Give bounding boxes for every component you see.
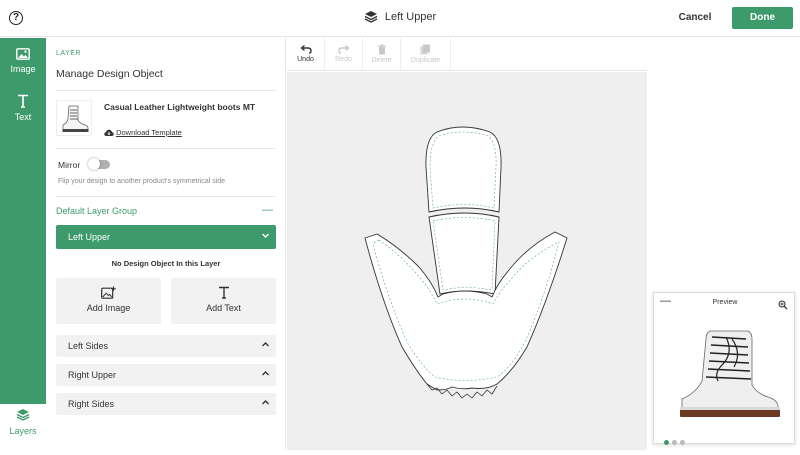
divider: [56, 148, 276, 149]
duplicate-button[interactable]: Duplicate: [401, 38, 451, 70]
download-template-link[interactable]: Download Template: [104, 128, 182, 137]
rail-item-image[interactable]: Image: [0, 48, 46, 74]
layer-item-right-sides[interactable]: Right Sides: [56, 393, 276, 415]
rail-item-image-label: Image: [10, 64, 36, 74]
redo-label: Redo: [335, 56, 352, 63]
layer-item-label: Left Upper: [68, 232, 111, 242]
cloud-download-icon: [104, 129, 114, 137]
undo-icon: [299, 44, 312, 54]
section-title: Manage Design Object: [56, 68, 163, 80]
image-icon: [16, 48, 30, 60]
product-thumbnail: [56, 100, 92, 136]
pagination-dot[interactable]: [664, 440, 669, 445]
collapse-group-icon[interactable]: —: [262, 204, 273, 216]
rail-item-layers-label: Layers: [9, 426, 37, 436]
design-canvas[interactable]: [287, 72, 647, 450]
download-template-label: Download Template: [116, 128, 182, 137]
section-label: LAYER: [56, 50, 81, 57]
layer-group-title: Default Layer Group: [56, 206, 138, 216]
layer-item-right-upper[interactable]: Right Upper: [56, 364, 276, 386]
undo-button[interactable]: Undo: [287, 38, 325, 70]
add-image-button[interactable]: Add Image: [56, 278, 161, 324]
duplicate-label: Duplicate: [410, 57, 441, 64]
add-text-button[interactable]: Add Text: [171, 278, 276, 324]
boot-template-outline: [364, 126, 568, 399]
chevron-up-icon: [261, 364, 270, 386]
layer-item-left-sides[interactable]: Left Sides: [56, 335, 276, 357]
preview-panel: — Preview: [653, 292, 795, 445]
duplicate-icon: [420, 44, 430, 55]
divider: [56, 196, 276, 197]
add-text-icon: [218, 286, 229, 299]
rail-item-layers[interactable]: Layers: [0, 408, 46, 436]
done-button[interactable]: Done: [732, 7, 793, 29]
add-image-label: Add Image: [86, 303, 131, 313]
pagination-dot[interactable]: [680, 440, 685, 445]
layer-item-label: Left Sides: [68, 341, 109, 351]
trash-icon: [377, 44, 386, 55]
empty-layer-message: No Design Object In this Layer: [111, 259, 221, 268]
text-icon: [18, 94, 28, 108]
chevron-down-icon: [261, 225, 270, 249]
rail-item-text-label: Text: [14, 112, 32, 122]
redo-button[interactable]: Redo: [325, 38, 363, 70]
layer-item-left-upper[interactable]: Left Upper: [56, 225, 276, 249]
layer-item-label: Right Sides: [68, 399, 115, 409]
page-title-text: Left Upper: [384, 11, 437, 23]
rail-item-text[interactable]: Text: [0, 94, 46, 122]
boot-thumbnail-image: [62, 105, 89, 132]
product-name: Casual Leather Lightweight boots MT: [104, 102, 256, 112]
add-text-label: Add Text: [206, 303, 241, 313]
boot-preview-image: [656, 313, 792, 423]
preview-pagination: [664, 432, 688, 450]
layer-item-label: Right Upper: [68, 370, 117, 380]
side-rail: Image Text Layers: [0, 38, 46, 450]
mirror-toggle[interactable]: [88, 158, 110, 170]
mirror-toggle-knob: [88, 158, 100, 170]
mirror-description: Flip your design to another product's sy…: [58, 178, 226, 185]
delete-button[interactable]: Delete: [363, 38, 401, 70]
layers-icon: [364, 11, 378, 23]
layers-icon: [16, 409, 30, 421]
top-bar: ? Left Upper Cancel Done: [0, 0, 800, 37]
delete-label: Delete: [371, 57, 392, 64]
divider: [56, 90, 276, 91]
layer-panel: LAYER Manage Design Object Casual Leathe…: [46, 38, 286, 450]
cancel-button[interactable]: Cancel: [667, 8, 723, 28]
mirror-label: Mirror: [58, 160, 81, 170]
chevron-up-icon: [261, 393, 270, 415]
redo-icon: [337, 44, 350, 54]
edit-toolbar: Undo Redo Delete Duplicate: [287, 38, 647, 71]
chevron-up-icon: [261, 335, 270, 357]
preview-title: Preview: [712, 299, 738, 306]
add-image-icon: [101, 286, 116, 299]
pagination-dot[interactable]: [672, 440, 677, 445]
rail-tools: Image Text: [0, 38, 46, 404]
undo-label: Undo: [297, 56, 314, 63]
